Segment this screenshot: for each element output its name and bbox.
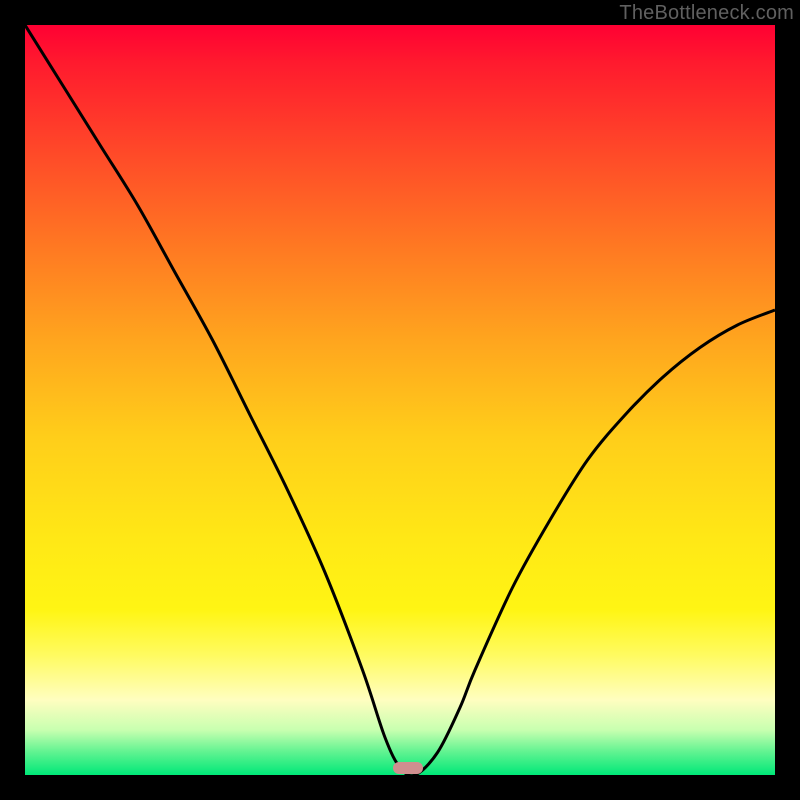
plot-area (25, 25, 775, 775)
bottleneck-chart: TheBottleneck.com (0, 0, 800, 800)
bottleneck-curve (25, 25, 775, 775)
optimal-marker (393, 762, 423, 774)
watermark-text: TheBottleneck.com (619, 2, 794, 25)
